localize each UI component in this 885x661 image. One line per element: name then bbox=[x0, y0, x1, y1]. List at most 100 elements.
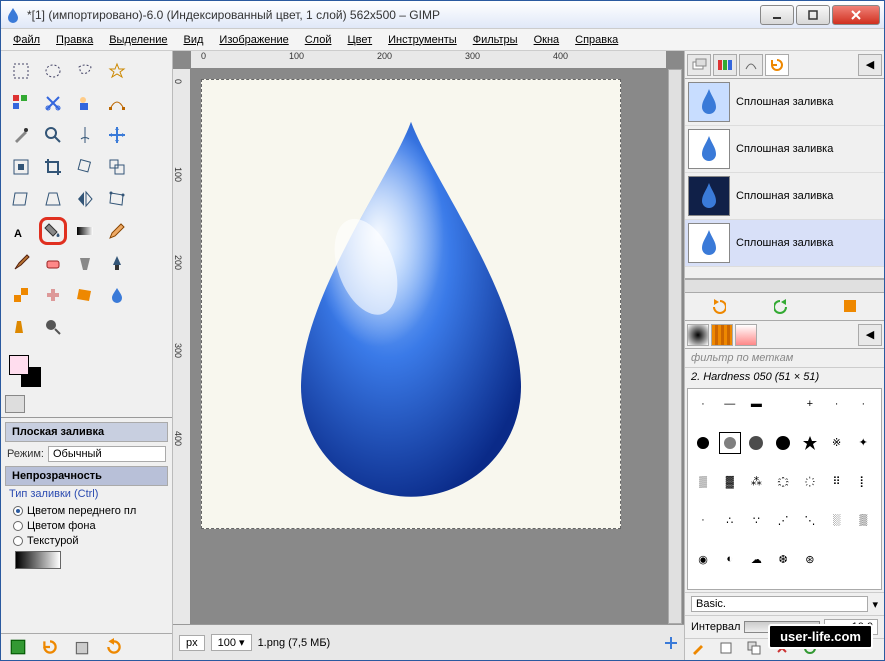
texture-swatch[interactable] bbox=[15, 551, 61, 569]
menu-select[interactable]: Выделение bbox=[101, 32, 175, 48]
fill-texture-radio[interactable]: Текстурой bbox=[13, 535, 160, 547]
undo-scrollbar[interactable] bbox=[685, 279, 884, 293]
brush-cell[interactable]: ∵ bbox=[745, 509, 767, 531]
brush-cell[interactable] bbox=[692, 432, 714, 454]
perspective-tool[interactable] bbox=[39, 185, 67, 213]
undo-history-tab-icon[interactable] bbox=[765, 54, 789, 76]
brush-cell[interactable]: ҈ bbox=[772, 471, 794, 493]
ink-tool[interactable] bbox=[103, 249, 131, 277]
brush-cell[interactable]: ⋰ bbox=[772, 509, 794, 531]
mode-select[interactable]: Обычный bbox=[48, 446, 166, 462]
rect-select-tool[interactable] bbox=[7, 57, 35, 85]
brush-cell[interactable]: ✦ bbox=[852, 432, 874, 454]
channels-tab-icon[interactable] bbox=[713, 54, 737, 76]
brush-cell[interactable]: · bbox=[826, 393, 848, 415]
brush-cell[interactable] bbox=[745, 432, 767, 454]
reset-options-icon[interactable] bbox=[105, 638, 123, 656]
zoom-tool[interactable] bbox=[39, 121, 67, 149]
shear-tool[interactable] bbox=[7, 185, 35, 213]
menu-view[interactable]: Вид bbox=[176, 32, 212, 48]
tool-options-tab-icon[interactable] bbox=[5, 395, 25, 413]
dock-menu-icon[interactable]: ◀ bbox=[858, 54, 882, 76]
free-select-tool[interactable] bbox=[71, 57, 99, 85]
brush-cell[interactable]: ▬ bbox=[745, 393, 767, 415]
patterns-tab-icon[interactable] bbox=[711, 324, 733, 346]
move-tool[interactable] bbox=[103, 121, 131, 149]
new-brush-icon[interactable] bbox=[719, 641, 737, 659]
scrollbar-vertical[interactable] bbox=[668, 69, 682, 624]
ruler-vertical[interactable]: 0 100 200 300 400 bbox=[173, 69, 191, 642]
brush-cell[interactable]: ▓ bbox=[719, 471, 741, 493]
save-options-icon[interactable] bbox=[9, 638, 27, 656]
menu-tools[interactable]: Инструменты bbox=[380, 32, 465, 48]
brush-cell[interactable]: ☁ bbox=[745, 548, 767, 570]
brush-cell[interactable]: ※ bbox=[826, 432, 848, 454]
menu-color[interactable]: Цвет bbox=[339, 32, 380, 48]
undo-item[interactable]: Сплошная заливка bbox=[685, 173, 884, 220]
redo-icon[interactable] bbox=[774, 297, 794, 317]
pencil-tool[interactable] bbox=[103, 217, 131, 245]
delete-options-icon[interactable] bbox=[73, 638, 91, 656]
minimize-button[interactable] bbox=[760, 5, 794, 25]
clear-undo-icon[interactable] bbox=[841, 297, 861, 317]
undo-item[interactable]: Сплошная заливка bbox=[685, 126, 884, 173]
brush-cell[interactable] bbox=[772, 393, 794, 415]
paths-tab-icon[interactable] bbox=[739, 54, 763, 76]
dodge-tool[interactable] bbox=[39, 313, 67, 341]
zoom-input[interactable]: 100 ▾ bbox=[211, 634, 252, 651]
brush-cell[interactable]: ❆ bbox=[772, 548, 794, 570]
fill-bg-radio[interactable]: Цветом фона bbox=[13, 520, 160, 532]
undo-icon[interactable] bbox=[708, 297, 728, 317]
maximize-button[interactable] bbox=[796, 5, 830, 25]
by-color-select-tool[interactable] bbox=[7, 89, 35, 117]
fuzzy-select-tool[interactable] bbox=[103, 57, 131, 85]
color-picker-tool[interactable] bbox=[7, 121, 35, 149]
align-tool[interactable] bbox=[7, 153, 35, 181]
flip-tool[interactable] bbox=[71, 185, 99, 213]
brush-cell[interactable]: · bbox=[692, 509, 714, 531]
foreground-select-tool[interactable] bbox=[71, 89, 99, 117]
blend-tool[interactable] bbox=[71, 217, 99, 245]
cage-tool[interactable] bbox=[103, 185, 131, 213]
scissors-tool[interactable] bbox=[39, 89, 67, 117]
brush-cell[interactable]: ⠿ bbox=[826, 471, 848, 493]
brush-cell[interactable] bbox=[799, 432, 821, 454]
brush-cell[interactable] bbox=[772, 432, 794, 454]
crop-tool[interactable] bbox=[39, 153, 67, 181]
smudge-tool[interactable] bbox=[7, 313, 35, 341]
heal-tool[interactable] bbox=[39, 281, 67, 309]
scale-tool[interactable] bbox=[103, 153, 131, 181]
brush-cell[interactable]: ⊛ bbox=[799, 548, 821, 570]
dock-menu-icon[interactable]: ◀ bbox=[858, 324, 882, 346]
menu-image[interactable]: Изображение bbox=[211, 32, 296, 48]
brush-cell[interactable]: · bbox=[852, 393, 874, 415]
brush-grid[interactable]: · — ▬ + · · ※ ✦ ▒ ▓ ⁂ ҈ ҉ ⠿ ⡇ bbox=[687, 388, 882, 590]
canvas[interactable] bbox=[201, 79, 621, 529]
menu-filters[interactable]: Фильтры bbox=[465, 32, 526, 48]
brush-cell[interactable]: — bbox=[719, 393, 741, 415]
paths-tool[interactable] bbox=[103, 89, 131, 117]
layers-tab-icon[interactable] bbox=[687, 54, 711, 76]
blur-tool[interactable] bbox=[103, 281, 131, 309]
menu-file[interactable]: Файл bbox=[5, 32, 48, 48]
ruler-horizontal[interactable]: 0 100 200 300 400 bbox=[191, 51, 666, 69]
perspective-clone-tool[interactable] bbox=[71, 281, 99, 309]
measure-tool[interactable] bbox=[71, 121, 99, 149]
brush-cell[interactable]: ҉ bbox=[799, 471, 821, 493]
brush-cell[interactable]: ⋱ bbox=[799, 509, 821, 531]
undo-item[interactable]: Сплошная заливка bbox=[685, 220, 884, 267]
preset-dropdown-icon[interactable]: ▾ bbox=[872, 598, 878, 611]
rotate-tool[interactable] bbox=[71, 153, 99, 181]
brush-filter-input[interactable]: фильтр по меткам bbox=[685, 349, 884, 368]
brush-cell[interactable]: ∴ bbox=[719, 509, 741, 531]
brush-cell[interactable]: ▒ bbox=[692, 471, 714, 493]
menu-layer[interactable]: Слой bbox=[297, 32, 340, 48]
foreground-color[interactable] bbox=[9, 355, 29, 375]
duplicate-brush-icon[interactable] bbox=[747, 641, 765, 659]
clone-tool[interactable] bbox=[7, 281, 35, 309]
airbrush-tool[interactable] bbox=[71, 249, 99, 277]
brushes-tab-icon[interactable] bbox=[687, 324, 709, 346]
paintbrush-tool[interactable] bbox=[7, 249, 35, 277]
restore-options-icon[interactable] bbox=[41, 638, 59, 656]
brush-cell[interactable] bbox=[719, 432, 741, 454]
